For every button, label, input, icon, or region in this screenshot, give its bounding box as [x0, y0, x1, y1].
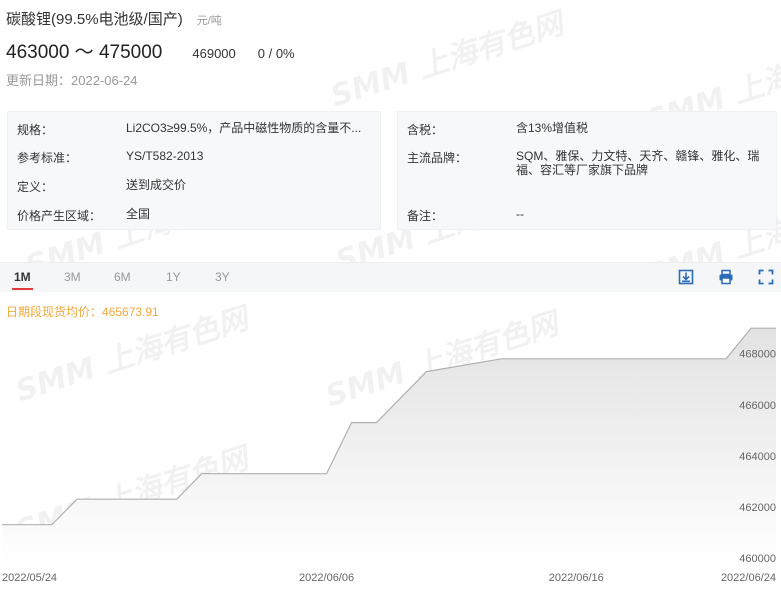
price-row: 463000 ～ 475000 469000 0 / 0%: [6, 37, 295, 64]
spec-value: YS/T582-2013: [126, 149, 204, 163]
header: 碳酸锂(99.5%电池级/国产) 元/吨: [6, 8, 222, 28]
x-tick-label: 2022/06/24: [721, 572, 776, 584]
spec-label: 主流品牌：: [407, 151, 468, 165]
y-tick-label: 464000: [739, 451, 776, 463]
updated-date: 更新日期：2022-06-24: [6, 73, 138, 88]
spec-label: 含税：: [407, 123, 444, 137]
price-chart: 460000 462000 464000 466000 468000 2022/05/24…: [2, 327, 776, 584]
spec-value: Li2CO3≥99.5%，产品中磁性物质的含量不...: [126, 121, 362, 135]
average-price: 469000: [192, 46, 236, 61]
x-tick-label: 2022/06/06: [299, 572, 354, 584]
tab-3m[interactable]: 3M: [64, 270, 81, 284]
y-tick-label: 466000: [739, 400, 776, 412]
product-title: 碳酸锂(99.5%电池级/国产): [6, 11, 183, 28]
price-change: 0 / 0%: [257, 46, 295, 61]
y-tick-label: 460000: [739, 553, 776, 565]
spec-value: 送到成交价: [126, 178, 187, 192]
spec-panel-right: 含税： 含13%增值税 主流品牌： SQM、雅保、力文特、天齐、赣锋、雅化、瑞 …: [397, 111, 777, 230]
tab-3y[interactable]: 3Y: [215, 270, 230, 284]
spec-value: 全国: [126, 207, 151, 221]
spec-label: 定义：: [17, 180, 54, 194]
spec-value: --: [516, 207, 524, 221]
spec-panel-left: 规格： Li2CO3≥99.5%，产品中磁性物质的含量不... 参考标准： YS…: [7, 111, 381, 230]
y-tick-label: 468000: [739, 349, 776, 361]
tab-1y[interactable]: 1Y: [166, 270, 181, 284]
spec-label: 规格：: [17, 123, 54, 137]
range-tabs: 1M 3M 6M 1Y 3Y: [0, 262, 781, 292]
spec-value: 含13%增值税: [516, 121, 589, 135]
print-icon[interactable]: [718, 269, 734, 285]
x-tick-label: 2022/06/16: [549, 572, 604, 584]
fullscreen-icon[interactable]: [758, 269, 774, 285]
download-icon[interactable]: [678, 269, 694, 285]
spec-label: 备注：: [407, 209, 444, 223]
price-unit: 元/吨: [196, 15, 222, 27]
tab-1m[interactable]: 1M: [14, 270, 31, 284]
watermark: SMM 上海有色网: [326, 6, 568, 115]
spec-value: SQM、雅保、力文特、天齐、赣锋、雅化、瑞: [516, 149, 760, 163]
tab-6m[interactable]: 6M: [114, 270, 131, 284]
series-area: [2, 328, 776, 563]
spec-label: 参考标准：: [17, 151, 78, 165]
price-range: 463000 ～ 475000: [6, 42, 163, 63]
x-tick-label: 2022/05/24: [2, 572, 57, 584]
spec-value: 福、容汇等厂家旗下品牌: [516, 163, 649, 177]
y-tick-label: 462000: [739, 502, 776, 514]
active-tab-indicator: [12, 288, 33, 290]
spec-label: 价格产生区域：: [17, 209, 102, 223]
